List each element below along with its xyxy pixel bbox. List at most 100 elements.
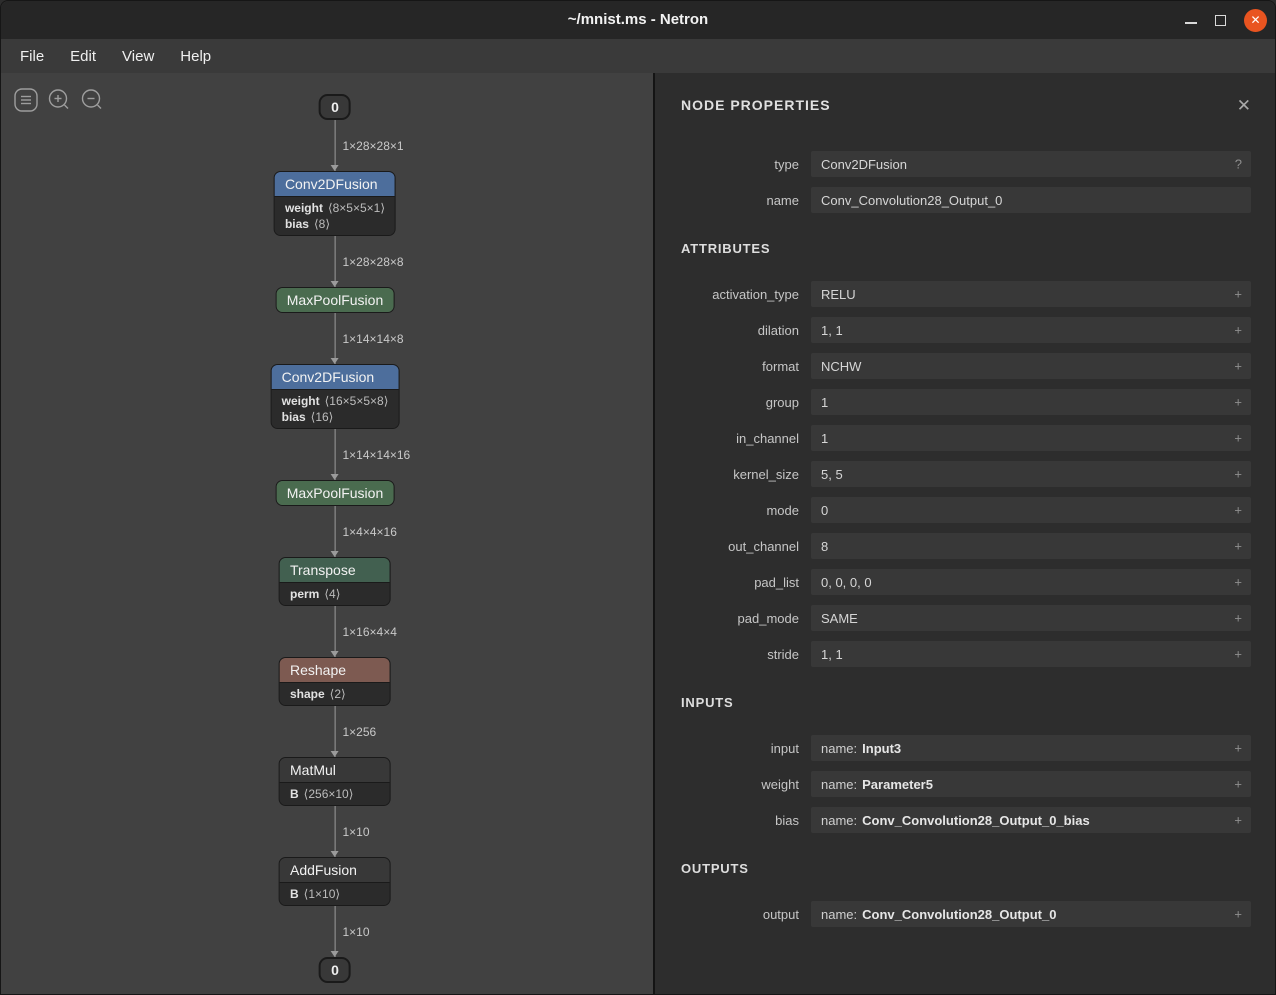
value-text: SAME [821,611,858,626]
node-title: MaxPoolFusion [277,481,394,505]
graph-node-conv2dfusion[interactable]: Conv2DFusionweight⟨8×5×5×1⟩bias⟨8⟩ [274,171,396,236]
edge-shape-label: 1×14×14×8 [342,332,403,346]
edge-shape-label: 1×10 [342,825,369,839]
attribute-out_channel-label: out_channel [681,539,799,554]
attribute-kernel_size-label: kernel_size [681,467,799,482]
graph-output-terminal[interactable]: 0 [319,957,351,983]
node-title: Reshape [280,658,390,682]
edge-shape-label: 1×16×4×4 [342,625,396,639]
attribute-out_channel-value-box[interactable]: 8+ [811,533,1251,559]
attribute-dilation: dilation 1, 1 + [681,317,1251,343]
menu-icon[interactable] [13,87,39,113]
attribute-kernel_size-value-box[interactable]: 5, 5+ [811,461,1251,487]
node-attributes: B⟨1×10⟩ [280,882,390,905]
field-name-label: name [681,193,799,208]
output-output-value-box[interactable]: name:Conv_Convolution28_Output_0+ [811,901,1251,927]
expander-icon[interactable]: + [1234,575,1242,590]
attribute-pad_list-value-box[interactable]: 0, 0, 0, 0+ [811,569,1251,595]
graph-node-transpose[interactable]: Transposeperm⟨4⟩ [279,557,391,606]
expander-icon[interactable]: + [1234,539,1242,554]
expander-icon[interactable]: + [1234,503,1242,518]
input-input-value-box[interactable]: name:Input3+ [811,735,1251,761]
edge-shape-label: 1×256 [342,725,376,739]
expander-icon[interactable]: + [1234,777,1242,792]
attribute-dilation-label: dilation [681,323,799,338]
expander-icon[interactable]: + [1234,907,1242,922]
input-input-label: input [681,741,799,756]
attribute-dilation-value-box[interactable]: 1, 1 + [811,317,1251,343]
attribute-format-value-box[interactable]: NCHW + [811,353,1251,379]
input-bias-value-box[interactable]: name:Conv_Convolution28_Output_0_bias+ [811,807,1251,833]
expander-icon[interactable]: + [1234,431,1242,446]
attribute-kernel_size: kernel_size 5, 5+ [681,461,1251,487]
value-text: 1 [821,395,828,410]
value-text: 1, 1 [821,323,843,338]
attribute-pad_mode-value-box[interactable]: SAME + [811,605,1251,631]
value-prefix: name: [821,777,857,792]
graph-panel[interactable]: 01×28×28×1Conv2DFusionweight⟨8×5×5×1⟩bia… [1,73,653,994]
attribute-mode: mode0+ [681,497,1251,523]
expander-icon[interactable]: ? [1235,157,1242,172]
zoom-out-icon[interactable] [79,87,105,113]
menu-item-edit[interactable]: Edit [57,42,109,71]
field-name-value-box[interactable]: Conv_Convolution28_Output_0 [811,187,1251,213]
attribute-format: formatNCHW+ [681,353,1251,379]
graph-edge: 1×10 [334,906,335,957]
close-icon[interactable]: ✕ [1244,9,1267,32]
attribute-activation_type-value-box[interactable]: RELU+ [811,281,1251,307]
attribute-pad_list-label: pad_list [681,575,799,590]
node-attributes: shape⟨2⟩ [280,682,390,705]
graph-node-conv2dfusion[interactable]: Conv2DFusionweight⟨16×5×5×8⟩bias⟨16⟩ [271,364,400,429]
output-output: outputname:Conv_Convolution28_Output_0+ [681,901,1251,927]
field-type: typeConv2DFusion? [681,151,1251,177]
attribute-group: group1+ [681,389,1251,415]
graph-node-maxpoolfusion[interactable]: MaxPoolFusion [276,480,395,506]
expander-icon[interactable]: + [1234,287,1242,302]
maximize-icon[interactable] [1215,15,1226,26]
graph-node-matmul[interactable]: MatMulB⟨256×10⟩ [279,757,391,806]
attr-value: ⟨2⟩ [330,687,346,701]
value-text: Conv_Convolution28_Output_0 [821,193,1002,208]
attribute-in_channel-value-box[interactable]: 1+ [811,425,1251,451]
field-type-value-box[interactable]: Conv2DFusion? [811,151,1251,177]
menu-item-view[interactable]: View [109,42,167,71]
node-attributes: B⟨256×10⟩ [280,782,390,805]
value-text: NCHW [821,359,861,374]
node-properties-panel: NODE PROPERTIES ✕ typeConv2DFusion?nameC… [655,73,1275,994]
graph-input-terminal[interactable]: 0 [319,94,351,120]
attribute-activation_type-label: activation_type [681,287,799,302]
minimize-icon[interactable] [1185,16,1197,24]
attribute-group-value-box[interactable]: 1+ [811,389,1251,415]
zoom-in-icon[interactable] [46,87,72,113]
attr-key: bias [282,410,306,424]
attr-key: bias [285,217,309,231]
expander-icon[interactable]: + [1234,611,1242,626]
edge-shape-label: 1×28×28×8 [342,255,403,269]
panel-close-icon[interactable]: ✕ [1237,97,1251,114]
node-title: MatMul [280,758,390,782]
expander-icon[interactable]: + [1234,813,1242,828]
node-title: Transpose [280,558,390,582]
value-text: 1 [821,431,828,446]
attribute-stride-value-box[interactable]: 1, 1+ [811,641,1251,667]
attr-key: perm [290,587,319,601]
graph-node-addfusion[interactable]: AddFusionB⟨1×10⟩ [279,857,391,906]
menubar: FileEditViewHelp [1,39,1275,73]
expander-icon[interactable]: + [1234,359,1242,374]
menu-item-help[interactable]: Help [167,42,224,71]
input-weight-value-box[interactable]: name:Parameter5+ [811,771,1251,797]
attr-key: weight [285,201,323,215]
graph-node-maxpoolfusion[interactable]: MaxPoolFusion [276,287,395,313]
value-text: Conv_Convolution28_Output_0_bias [862,813,1090,828]
expander-icon[interactable]: + [1234,741,1242,756]
menu-item-file[interactable]: File [7,42,57,71]
expander-icon[interactable]: + [1234,395,1242,410]
expander-icon[interactable]: + [1234,647,1242,662]
node-attribute: shape⟨2⟩ [290,686,380,702]
expander-icon[interactable]: + [1234,323,1242,338]
attribute-pad_mode: pad_modeSAME+ [681,605,1251,631]
attribute-mode-value-box[interactable]: 0+ [811,497,1251,523]
expander-icon[interactable]: + [1234,467,1242,482]
graph-node-reshape[interactable]: Reshape shape⟨2⟩ [279,657,391,706]
graph-edge: 1×16×4×4 [334,606,335,657]
